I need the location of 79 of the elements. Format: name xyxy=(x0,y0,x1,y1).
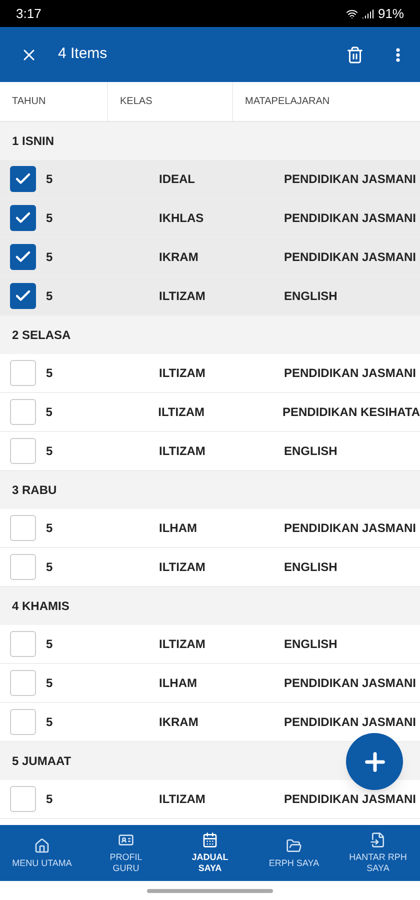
table-row[interactable]: 5 ILTIZAM ENGLISH xyxy=(0,277,420,316)
table-cell-text: ILTIZAM xyxy=(159,791,206,808)
checkbox[interactable] xyxy=(10,205,36,231)
nav-item[interactable]: JADUAL SAYA xyxy=(168,825,252,881)
table-cell-text: IKHLAS xyxy=(159,210,205,227)
table-cell-text: 5 xyxy=(46,559,54,576)
table-cell-text: IDEAL xyxy=(159,171,196,188)
group-header: 3 RABU xyxy=(0,471,420,509)
table-cell-text: PENDIDIKAN JASMANI xyxy=(284,675,416,692)
calendar-icon xyxy=(202,832,218,848)
checkbox[interactable] xyxy=(10,631,36,657)
table-cell-text: ENGLISH xyxy=(284,443,338,460)
checkbox[interactable] xyxy=(10,554,36,580)
table-cell-text: PENDIDIKAN JASMANI xyxy=(284,365,416,382)
table-cell-text: ILHAM xyxy=(159,520,198,537)
table-row[interactable]: 5 IKRAM PENDIDIKAN JASMANI xyxy=(0,238,420,277)
table-cell-text: IKRAM xyxy=(159,714,200,731)
table-cell-text: 5 xyxy=(46,210,54,227)
selection-count: 4 Items xyxy=(58,44,108,64)
table-cell-text: PENDIDIKAN JASMANI xyxy=(284,791,416,808)
table-cell-text: 5 xyxy=(46,791,54,808)
table-cell-text: PENDIDIKAN JASMANI xyxy=(284,520,416,537)
table-cell-text: ENGLISH xyxy=(284,288,338,305)
table-cell-text: 5 xyxy=(46,443,54,460)
checkbox[interactable] xyxy=(10,670,36,696)
table-cell-text: ILTIZAM xyxy=(159,636,206,653)
trash-icon xyxy=(346,46,364,64)
table-cell-text: PENDIDIKAN JASMANI xyxy=(284,714,416,731)
wifi-icon xyxy=(346,8,358,20)
group-header: 4 KHAMIS xyxy=(0,587,420,625)
table-cell-text: ILTIZAM xyxy=(158,404,206,421)
table-cell-text: IKRAM xyxy=(159,249,200,266)
table-cell-text: 5 xyxy=(46,365,54,382)
table-cell-text: 5 xyxy=(46,675,54,692)
nav-item[interactable]: PROFIL GURU xyxy=(84,825,168,881)
table-cell-text: ILTIZAM xyxy=(159,443,206,460)
status-time: 3:17 xyxy=(16,4,42,23)
table-row[interactable]: 5 IDEAL PENDIDIKAN JASMANI xyxy=(0,160,420,199)
table-row[interactable]: 5 IKHLAS PENDIDIKAN JASMANI xyxy=(0,199,420,238)
id-card-icon xyxy=(118,832,134,848)
table-cell-text: PENDIDIKAN KESIHATA xyxy=(282,404,420,421)
checkbox[interactable] xyxy=(10,166,36,192)
checkbox[interactable] xyxy=(10,360,36,386)
table-cell-text: PENDIDIKAN JASMANI xyxy=(284,210,416,227)
table-cell-text: ENGLISH xyxy=(284,636,338,653)
table-cell-text: 5 xyxy=(46,714,54,731)
home-icon xyxy=(34,838,50,854)
checkbox[interactable] xyxy=(10,709,36,735)
table-cell-text: ILTIZAM xyxy=(159,559,206,576)
checkbox[interactable] xyxy=(10,438,36,464)
checkbox[interactable] xyxy=(10,283,36,309)
group-header: 1 ISNIN xyxy=(0,122,420,160)
nav-item[interactable]: MENU UTAMA xyxy=(0,825,84,881)
nav-item[interactable]: ERPH SAYA xyxy=(252,825,336,881)
table-cell-text: 5 xyxy=(46,636,54,653)
checkbox[interactable] xyxy=(10,399,36,425)
more-icon xyxy=(396,48,400,62)
table-cell-text: ENGLISH xyxy=(284,559,338,576)
table-cell-text: ILHAM xyxy=(159,675,198,692)
table-cell-text: ILTIZAM xyxy=(159,288,206,305)
checkbox[interactable] xyxy=(10,515,36,541)
nav-item[interactable]: HANTAR RPH SAYA xyxy=(336,825,420,881)
group-header: 2 SELASA xyxy=(0,316,420,354)
table-cell-text: 5 xyxy=(46,520,54,537)
folder-icon xyxy=(286,838,302,854)
battery-text: 91% xyxy=(378,4,404,23)
table-cell-text: PENDIDIKAN JASMANI xyxy=(284,249,416,266)
table-cell-text: 5 xyxy=(46,404,54,421)
file-import-icon xyxy=(370,832,386,848)
checkbox[interactable] xyxy=(10,786,36,812)
column-header[interactable]: KELAS xyxy=(120,94,152,109)
table-cell-text: 5 xyxy=(46,288,54,305)
table-cell-text: ILTIZAM xyxy=(159,365,206,382)
column-header[interactable]: MATAPELAJARAN xyxy=(245,94,330,109)
table-cell-text: 5 xyxy=(46,249,54,266)
table-cell-text: PENDIDIKAN JASMANI xyxy=(284,171,416,188)
checkbox[interactable] xyxy=(10,244,36,270)
column-header[interactable]: TAHUN xyxy=(12,94,46,109)
table-cell-text: 5 xyxy=(46,171,54,188)
